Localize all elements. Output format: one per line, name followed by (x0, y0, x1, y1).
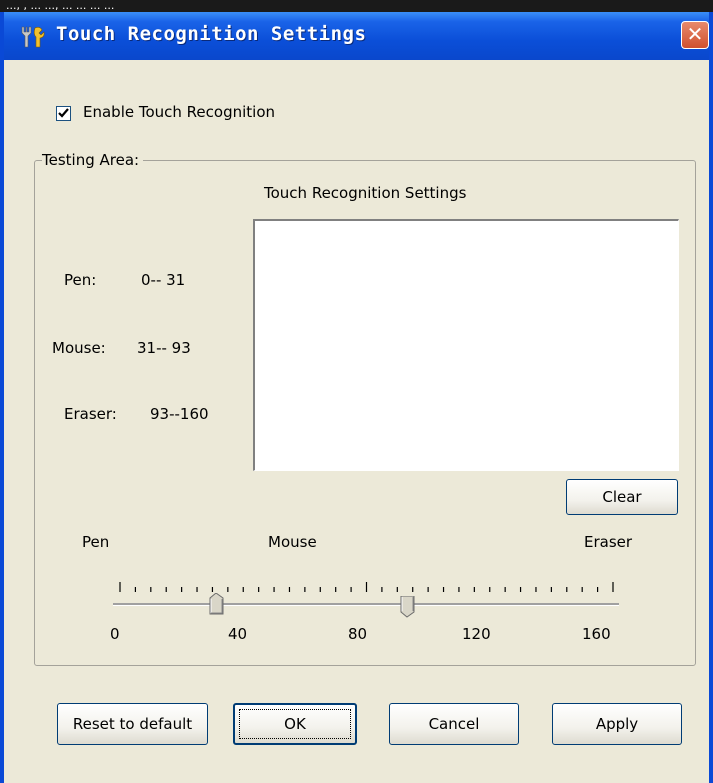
reset-default-button[interactable]: Reset to default (57, 703, 208, 745)
tick-label-0: 0 (110, 625, 120, 643)
tick-label-160: 160 (582, 625, 611, 643)
cancel-button[interactable]: Cancel (389, 703, 519, 745)
tick-label-40: 40 (228, 625, 248, 643)
focus-rect (239, 709, 351, 739)
slider-thumb-pen-mouse[interactable] (209, 592, 224, 615)
slider-tick-marks (119, 582, 614, 592)
apply-button[interactable]: Apply (552, 703, 682, 745)
tick-label-120: 120 (462, 625, 491, 643)
tick-label-80: 80 (348, 625, 368, 643)
slider-thumb-mouse-eraser[interactable] (400, 595, 415, 618)
ok-button[interactable]: OK (233, 703, 357, 745)
